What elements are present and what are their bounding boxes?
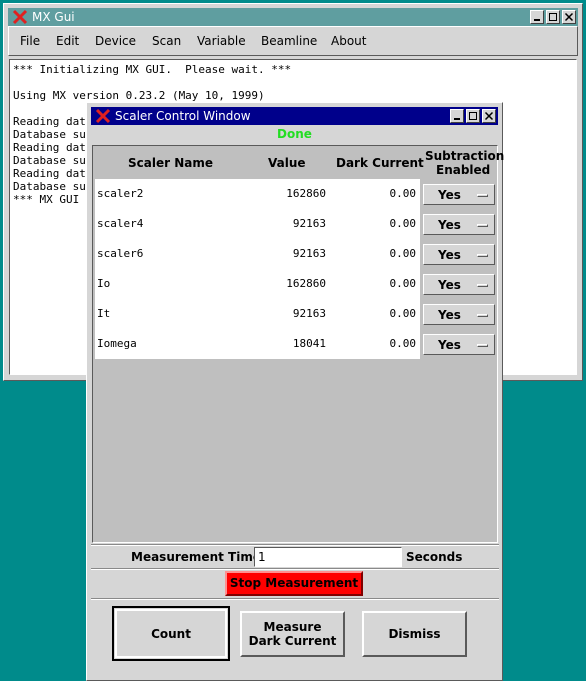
subtraction-toggle[interactable]: Yes — [423, 244, 495, 265]
close-icon — [564, 12, 574, 22]
separator — [91, 544, 499, 546]
toggle-label: Yes — [438, 218, 461, 232]
menu-variable[interactable]: Variable — [197, 34, 246, 48]
scaler-value: 18041 — [292, 337, 326, 350]
stop-measurement-button[interactable]: Stop Measurement — [225, 571, 363, 596]
subtraction-toggle[interactable]: Yes — [423, 304, 495, 325]
x-logo-icon — [12, 9, 28, 25]
measurement-time-input[interactable]: 1 — [254, 547, 402, 567]
subtraction-toggle[interactable]: Yes — [423, 334, 495, 355]
option-menu-indicator-icon — [477, 284, 488, 287]
header-enabled: Enabled — [436, 163, 491, 177]
minimize-button[interactable] — [530, 10, 544, 24]
option-menu-indicator-icon — [477, 194, 488, 197]
maximize-icon — [549, 13, 557, 21]
count-button[interactable]: Count — [112, 606, 230, 661]
console-line: Using MX version 0.23.2 (May 10, 1999) — [13, 89, 265, 102]
minimize-icon — [534, 19, 540, 21]
scaler-name: Iomega — [97, 337, 137, 350]
minimize-icon — [454, 118, 460, 120]
scaler-name: Io — [97, 277, 111, 290]
option-menu-indicator-icon — [477, 254, 488, 257]
menu-scan[interactable]: Scan — [152, 34, 181, 48]
dark-current-value: 0.00 — [389, 277, 417, 290]
dismiss-button[interactable]: Dismiss — [362, 611, 467, 657]
maximize-button[interactable] — [546, 10, 560, 24]
measure-dark-current-button[interactable]: Measure Dark Current — [240, 611, 345, 657]
dark-current-value: 0.00 — [389, 337, 417, 350]
dismiss-button-label: Dismiss — [388, 627, 441, 641]
close-button[interactable] — [482, 109, 496, 123]
mx-gui-title: MX Gui — [32, 10, 75, 24]
dark-current-value: 0.00 — [389, 217, 417, 230]
separator — [91, 568, 499, 570]
scaler-value: 92163 — [292, 247, 326, 260]
console-line: *** MX GUI — [13, 193, 86, 206]
toggle-label: Yes — [438, 278, 461, 292]
menu-edit[interactable]: Edit — [56, 34, 79, 48]
toggle-label: Yes — [438, 188, 461, 202]
menu-about[interactable]: About — [331, 34, 366, 48]
table-body — [95, 179, 420, 359]
maximize-button[interactable] — [466, 109, 480, 123]
separator — [91, 598, 499, 600]
close-icon — [484, 111, 494, 121]
minimize-button[interactable] — [450, 109, 464, 123]
maximize-icon — [469, 112, 477, 120]
subtraction-toggle[interactable]: Yes — [423, 184, 495, 205]
count-button-label: Count — [151, 626, 191, 641]
menu-device[interactable]: Device — [95, 34, 136, 48]
measure-label: Measure — [263, 620, 322, 634]
option-menu-indicator-icon — [477, 224, 488, 227]
header-scaler-name: Scaler Name — [128, 156, 213, 170]
console-line: Reading dat — [13, 115, 86, 128]
console-line: Reading dat — [13, 141, 86, 154]
scaler-window-title: Scaler Control Window — [115, 109, 251, 123]
x-logo-icon — [95, 108, 111, 124]
measurement-time-label: Measurement Time: — [131, 550, 266, 564]
scaler-value: 92163 — [292, 217, 326, 230]
menu-beamline[interactable]: Beamline — [261, 34, 317, 48]
console-line: *** Initializing MX GUI. Please wait. **… — [13, 63, 292, 76]
mx-gui-titlebar[interactable]: MX Gui — [8, 8, 578, 26]
status-text: Done — [277, 127, 312, 141]
option-menu-indicator-icon — [477, 314, 488, 317]
subtraction-toggle[interactable]: Yes — [423, 214, 495, 235]
dark-current-label: Dark Current — [248, 634, 337, 648]
scaler-name: scaler2 — [97, 187, 144, 200]
scaler-value: 92163 — [292, 307, 326, 320]
menu-file[interactable]: File — [20, 34, 40, 48]
header-subtraction: Subtraction — [425, 149, 505, 163]
scaler-name: scaler4 — [97, 217, 144, 230]
option-menu-indicator-icon — [477, 344, 488, 347]
dark-current-value: 0.00 — [389, 307, 417, 320]
console-line: Database su — [13, 154, 86, 167]
close-button[interactable] — [562, 10, 576, 24]
menubar: File Edit Device Scan Variable Beamline … — [8, 26, 578, 56]
scaler-titlebar[interactable]: Scaler Control Window — [91, 107, 498, 125]
toggle-label: Yes — [438, 308, 461, 322]
scaler-table: Scaler Name Value Dark Current Subtracti… — [92, 145, 504, 543]
scaler-name: scaler6 — [97, 247, 144, 260]
toggle-label: Yes — [438, 248, 461, 262]
console-line: Database su — [13, 180, 86, 193]
scaler-value: 162860 — [286, 277, 326, 290]
seconds-label: Seconds — [406, 550, 463, 564]
console-line: Reading dat — [13, 167, 86, 180]
header-dark-current: Dark Current — [336, 156, 424, 170]
scaler-value: 162860 — [286, 187, 326, 200]
console-line: Database su — [13, 128, 86, 141]
dark-current-value: 0.00 — [389, 187, 417, 200]
scaler-name: It — [97, 307, 111, 320]
subtraction-toggle[interactable]: Yes — [423, 274, 495, 295]
toggle-label: Yes — [438, 338, 461, 352]
header-value: Value — [268, 156, 306, 170]
dark-current-value: 0.00 — [389, 247, 417, 260]
